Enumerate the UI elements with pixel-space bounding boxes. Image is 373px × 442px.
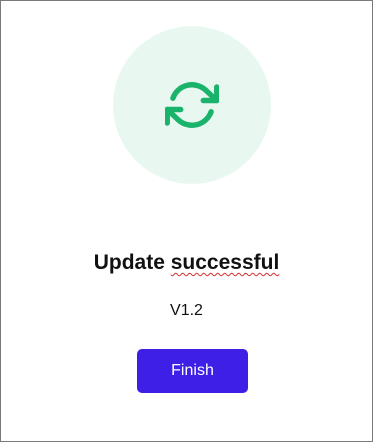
dialog-title: Update successful xyxy=(1,251,372,275)
version-label: V1.2 xyxy=(170,302,203,319)
finish-button[interactable]: Finish xyxy=(137,349,248,393)
update-dialog: Update successful V1.2 Finish xyxy=(0,0,373,442)
title-text-part2: successful xyxy=(170,251,280,274)
icon-circle xyxy=(113,26,271,184)
refresh-icon xyxy=(165,82,219,128)
title-text-part1: Update xyxy=(93,251,171,274)
